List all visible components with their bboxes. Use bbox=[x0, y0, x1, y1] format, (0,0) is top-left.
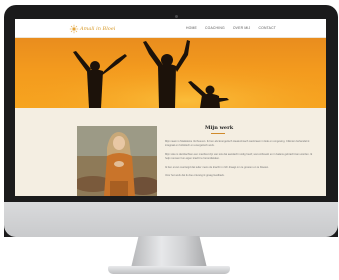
site-header: Amali in Bloei HOME COACHING OVER MIJ CO… bbox=[15, 19, 326, 38]
monitor-stand-base bbox=[108, 266, 230, 274]
site-logo[interactable]: Amali in Bloei bbox=[69, 23, 115, 34]
section-title: Mijn werk bbox=[205, 125, 234, 131]
paragraph-vision: Mijn visie is dat klachten een manifest … bbox=[165, 153, 313, 160]
nav-home[interactable]: HOME bbox=[186, 26, 197, 30]
main-nav: HOME COACHING OVER MIJ CONTACT bbox=[186, 26, 276, 30]
monitor-stand bbox=[131, 236, 207, 268]
title-underline bbox=[211, 133, 225, 134]
paragraph-feedback: Voor het werk dat ik doe ontvang ik graa… bbox=[165, 174, 225, 177]
sun-flower-logo-icon bbox=[69, 24, 79, 33]
nav-over-mij[interactable]: OVER MIJ bbox=[233, 26, 251, 30]
hero-silhouettes-image bbox=[15, 38, 326, 108]
hero-banner bbox=[15, 38, 326, 108]
nav-coaching[interactable]: COACHING bbox=[205, 26, 225, 30]
website-screen: Amali in Bloei HOME COACHING OVER MIJ CO… bbox=[15, 19, 326, 196]
logo-text: Amali in Bloei bbox=[80, 25, 116, 32]
paragraph-belief: Ik ben ervan overtuigd dat ieder mens de… bbox=[165, 166, 269, 169]
webcam-dot bbox=[175, 15, 178, 18]
content-section: Mijn werk Mijn naam is Madeleine Verhoev… bbox=[15, 108, 326, 196]
nav-contact[interactable]: CONTACT bbox=[258, 26, 276, 30]
paragraph-intro: Mijn naam is Madeleine Verhoeven. Ik ben… bbox=[165, 140, 310, 147]
portrait-photo bbox=[77, 126, 157, 196]
monitor-chin bbox=[4, 202, 338, 237]
